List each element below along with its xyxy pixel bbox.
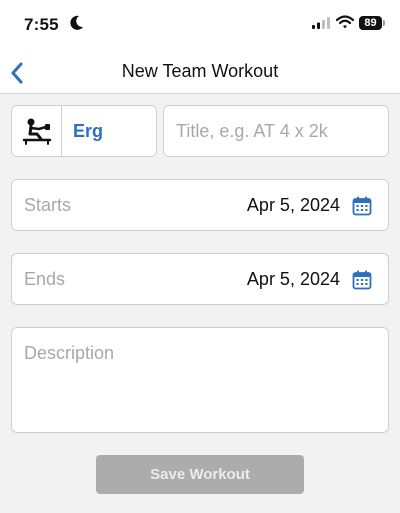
status-bar: 7:55 89 bbox=[0, 0, 400, 50]
starts-label: Starts bbox=[24, 195, 72, 215]
page-title: New Team Workout bbox=[121, 61, 279, 81]
ends-field[interactable]: Ends Apr 5, 2024 bbox=[11, 253, 389, 305]
battery-nub bbox=[383, 20, 385, 26]
title-field[interactable] bbox=[163, 105, 389, 157]
save-workout-button[interactable]: Save Workout bbox=[96, 455, 304, 494]
battery-level: 89 bbox=[359, 16, 382, 30]
rowing-erg-icon bbox=[22, 118, 52, 145]
workout-type-selector[interactable]: Erg bbox=[11, 105, 157, 157]
moon-icon bbox=[70, 15, 83, 30]
status-time: 7:55 bbox=[24, 15, 59, 34]
wifi-icon bbox=[336, 15, 354, 29]
starts-field[interactable]: Starts Apr 5, 2024 bbox=[11, 179, 389, 231]
title-input[interactable] bbox=[164, 106, 388, 156]
starts-date-value[interactable]: Apr 5, 2024 bbox=[247, 195, 340, 216]
type-icon-container bbox=[12, 106, 62, 156]
battery-icon: 89 bbox=[359, 16, 385, 30]
signal-icon bbox=[312, 17, 330, 29]
description-field[interactable] bbox=[11, 327, 389, 433]
description-input[interactable] bbox=[12, 328, 388, 432]
calendar-icon[interactable] bbox=[352, 270, 372, 290]
ends-date-value[interactable]: Apr 5, 2024 bbox=[247, 269, 340, 290]
workout-type-label: Erg bbox=[73, 121, 104, 141]
ends-label: Ends bbox=[24, 269, 66, 289]
calendar-icon[interactable] bbox=[352, 196, 372, 216]
nav-bar: New Team Workout bbox=[0, 50, 400, 94]
